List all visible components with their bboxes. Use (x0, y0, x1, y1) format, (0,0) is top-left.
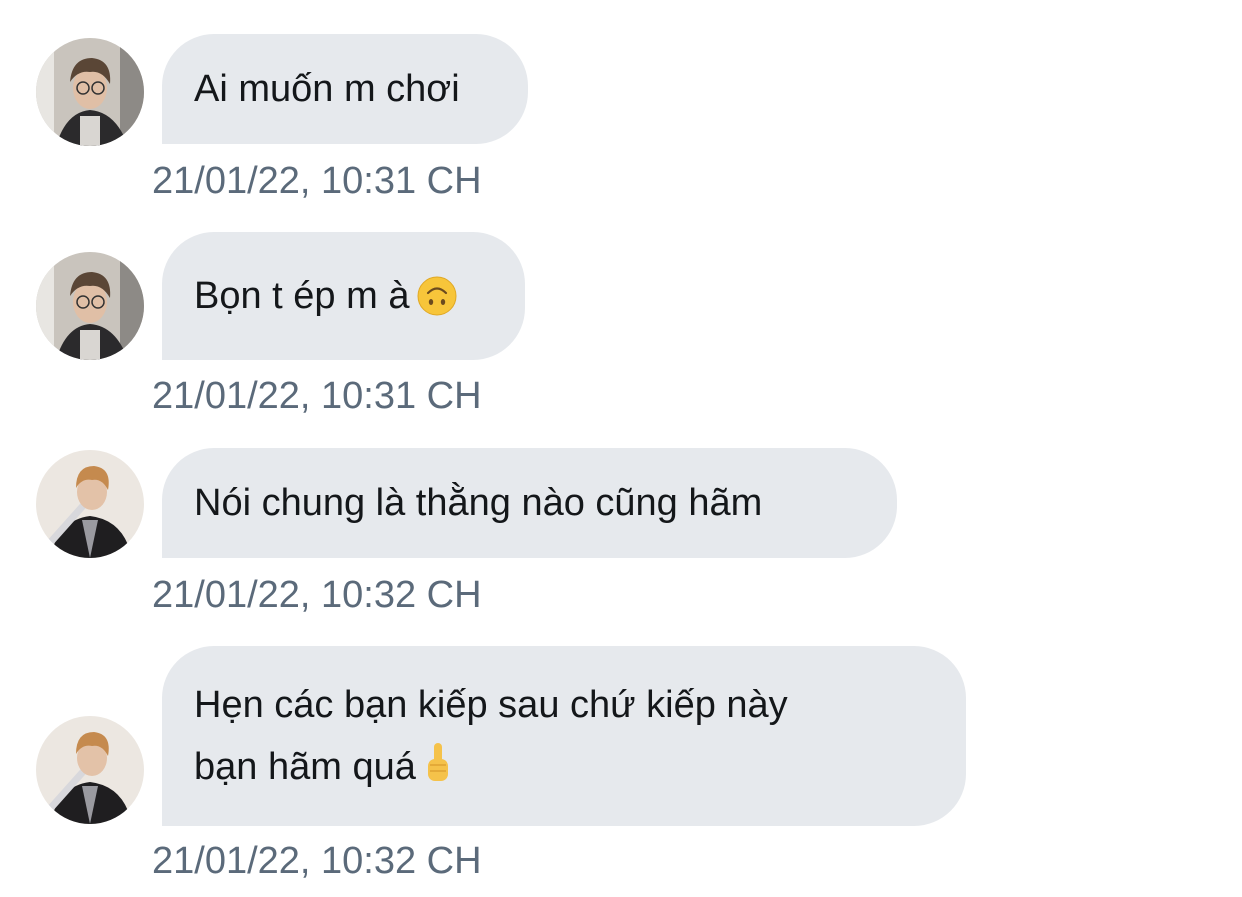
upside-down-face-icon (417, 276, 457, 316)
message-bubble[interactable]: Ai muốn m chơi (162, 34, 528, 144)
avatar-glasses-image (36, 252, 144, 360)
avatar-jacket-image (36, 450, 144, 558)
sender-avatar[interactable] (36, 252, 144, 360)
sender-avatar[interactable] (36, 38, 144, 146)
avatar-glasses-image (36, 38, 144, 146)
message-timestamp: 21/01/22, 10:31 CH (152, 375, 482, 417)
avatar-jacket-image (36, 716, 144, 824)
message-text: Nói chung là thằng nào cũng hãm (194, 482, 763, 524)
message-text: Ai muốn m chơi (194, 68, 460, 110)
message-timestamp: 21/01/22, 10:31 CH (152, 160, 482, 202)
sender-avatar[interactable] (36, 716, 144, 824)
message-bubble[interactable]: Hẹn các bạn kiếp sau chứ kiếp này bạn hã… (162, 646, 966, 826)
message-bubble[interactable]: Bọn t ép m à (162, 232, 525, 360)
message-bubble[interactable]: Nói chung là thằng nào cũng hãm (162, 448, 897, 558)
message-text: Bọn t ép m à (194, 275, 410, 317)
sender-avatar[interactable] (36, 450, 144, 558)
message-timestamp: 21/01/22, 10:32 CH (152, 840, 482, 882)
message-text: Hẹn các bạn kiếp sau chứ kiếp này bạn hã… (194, 684, 788, 788)
message-timestamp: 21/01/22, 10:32 CH (152, 574, 482, 616)
middle-finger-icon (427, 743, 448, 781)
